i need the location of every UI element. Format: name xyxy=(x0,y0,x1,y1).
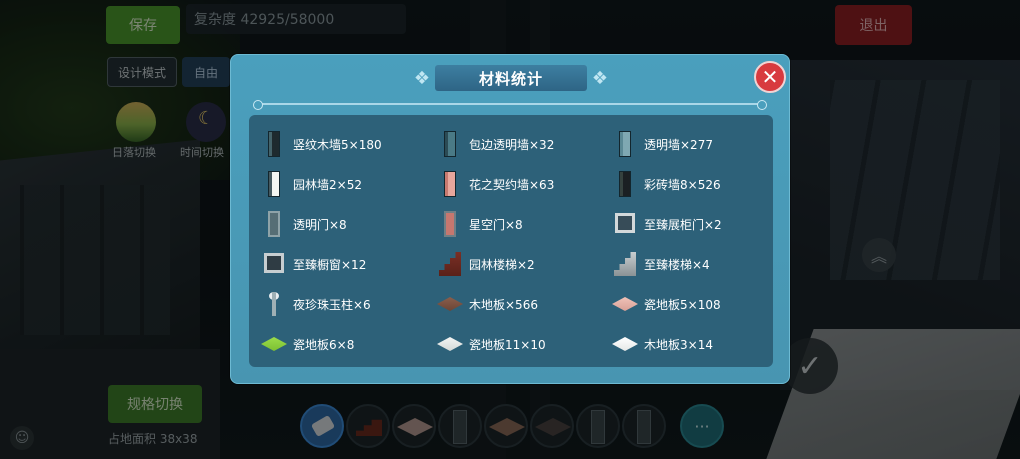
material-label: 园林墙2×52 xyxy=(293,177,362,192)
material-item: 竖纹木墙5×180 xyxy=(261,126,431,162)
frame-icon xyxy=(612,210,638,238)
wall-icon xyxy=(261,130,287,158)
material-item: 园林墙2×52 xyxy=(261,166,431,202)
material-item: 园林楼梯×2 xyxy=(437,246,607,282)
tile-icon xyxy=(261,330,287,358)
material-item: 夜珍珠玉柱×6 xyxy=(261,286,431,322)
tile-icon xyxy=(612,290,638,318)
material-label: 至臻展柜门×2 xyxy=(644,217,722,232)
tile-icon xyxy=(437,330,463,358)
material-label: 至臻楼梯×4 xyxy=(644,257,710,272)
material-label: 夜珍珠玉柱×6 xyxy=(293,297,371,312)
ornament-left-icon: ❖ xyxy=(413,67,431,89)
wall-icon xyxy=(437,170,463,198)
material-item: 瓷地板6×8 xyxy=(261,326,431,362)
material-label: 星空门×8 xyxy=(469,217,523,232)
material-item: 至臻橱窗×12 xyxy=(261,246,431,282)
material-item: 至臻楼梯×4 xyxy=(612,246,782,282)
door-icon xyxy=(437,210,463,238)
material-label: 花之契约墙×63 xyxy=(469,177,555,192)
material-label: 包边透明墙×32 xyxy=(469,137,555,152)
wall-icon xyxy=(612,170,638,198)
material-item: 瓷地板5×108 xyxy=(612,286,782,322)
close-icon[interactable]: ✕ xyxy=(754,61,786,93)
material-label: 彩砖墙8×526 xyxy=(644,177,721,192)
material-label: 瓷地板5×108 xyxy=(644,297,721,312)
frame-icon xyxy=(261,250,287,278)
materials-panel: 竖纹木墙5×180 包边透明墙×32 透明墙×277 园林墙2×52 花之契约墙×63 彩… xyxy=(249,115,773,367)
wall-icon xyxy=(612,130,638,158)
wall-icon xyxy=(437,130,463,158)
stair-icon xyxy=(612,250,638,278)
material-label: 竖纹木墙5×180 xyxy=(293,137,382,152)
material-label: 透明门×8 xyxy=(293,217,347,232)
title-divider xyxy=(253,100,767,110)
material-label: 园林楼梯×2 xyxy=(469,257,535,272)
stair-icon xyxy=(437,250,463,278)
material-item: 彩砖墙8×526 xyxy=(612,166,782,202)
material-item: 包边透明墙×32 xyxy=(437,126,607,162)
material-label: 木地板×566 xyxy=(469,297,538,312)
door-icon xyxy=(261,210,287,238)
material-stats-dialog: ❖ 材料统计 ❖ ✕ 竖纹木墙5×180 包边透明墙×32 透明墙×277 园林墙2×… xyxy=(230,54,790,384)
material-label: 至臻橱窗×12 xyxy=(293,257,367,272)
material-item: 花之契约墙×63 xyxy=(437,166,607,202)
material-item: 木地板3×14 xyxy=(612,326,782,362)
material-item: 木地板×566 xyxy=(437,286,607,322)
material-item: 瓷地板11×10 xyxy=(437,326,607,362)
material-item: 透明墙×277 xyxy=(612,126,782,162)
material-label: 透明墙×277 xyxy=(644,137,713,152)
lamp-icon xyxy=(261,290,287,318)
material-label: 瓷地板11×10 xyxy=(469,337,546,352)
material-label: 瓷地板6×8 xyxy=(293,337,355,352)
material-item: 星空门×8 xyxy=(437,206,607,242)
material-item: 透明门×8 xyxy=(261,206,431,242)
material-item: 至臻展柜门×2 xyxy=(612,206,782,242)
dialog-title-bar: ❖ 材料统计 ❖ xyxy=(409,63,613,93)
dialog-title: 材料统计 xyxy=(478,69,543,88)
tile-icon xyxy=(612,330,638,358)
wall-icon xyxy=(261,170,287,198)
material-label: 木地板3×14 xyxy=(644,337,713,352)
tile-icon xyxy=(437,290,463,318)
ornament-right-icon: ❖ xyxy=(591,67,609,89)
